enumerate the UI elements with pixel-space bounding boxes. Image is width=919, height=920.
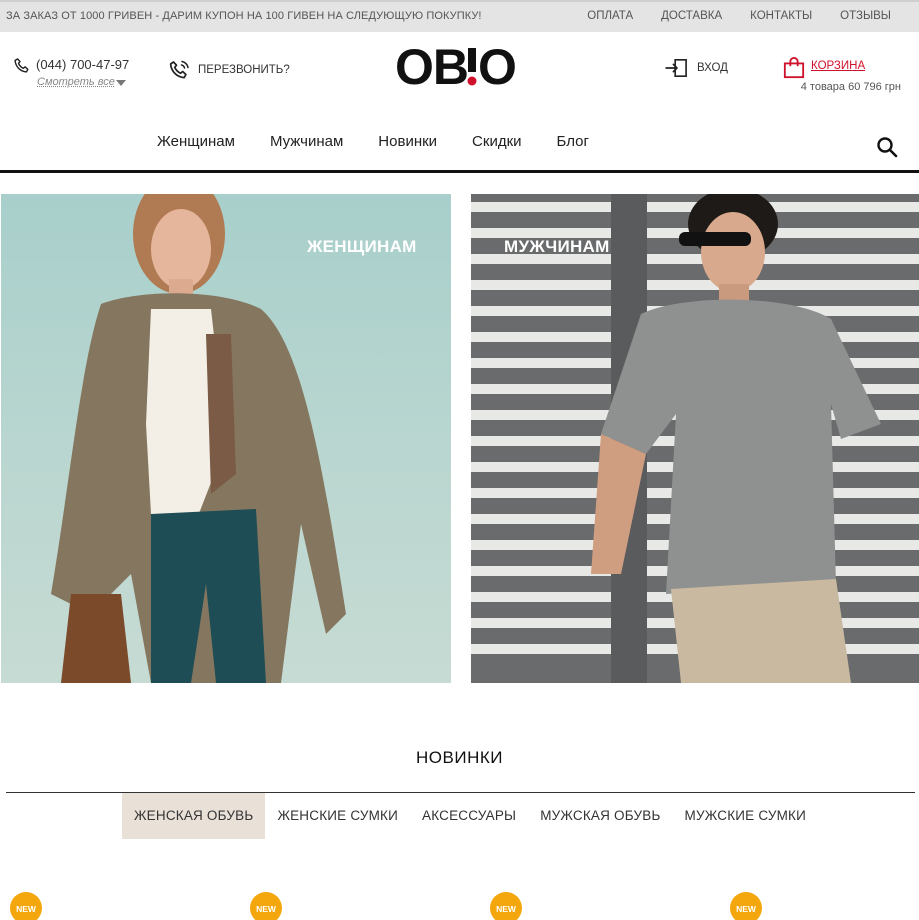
tab-men-shoes[interactable]: МУЖСКАЯ ОБУВЬ (528, 793, 672, 839)
nav-item-men[interactable]: Мужчинам (270, 133, 343, 150)
shopping-bag-icon (783, 57, 805, 79)
banner-men[interactable]: МУЖЧИНАМ (471, 194, 919, 683)
link-contacts[interactable]: КОНТАКТЫ (750, 10, 812, 22)
new-badge: NEW (250, 892, 282, 920)
top-links: ОПЛАТА ДОСТАВКА КОНТАКТЫ ОТЗЫВЫ (587, 10, 891, 22)
tab-accessories[interactable]: АКСЕССУАРЫ (410, 793, 528, 839)
phone-callback-icon (169, 60, 189, 79)
banner-women[interactable]: ЖЕНЩИНАМ (1, 194, 451, 683)
top-promo-bar: ЗА ЗАКАЗ ОТ 1000 ГРИВЕН - ДАРИМ КУПОН НА… (0, 0, 919, 32)
cart[interactable]: КОРЗИНА 4 товара 60 796 грн (773, 56, 901, 96)
nav-item-women[interactable]: Женщинам (157, 133, 235, 150)
nav-item-new[interactable]: Новинки (378, 133, 437, 150)
promo-text: ЗА ЗАКАЗ ОТ 1000 ГРИВЕН - ДАРИМ КУПОН НА… (6, 10, 482, 22)
search-icon[interactable] (876, 136, 898, 158)
login-button[interactable]: ВХОД (665, 58, 728, 78)
link-payment[interactable]: ОПЛАТА (587, 10, 633, 22)
cart-label[interactable]: КОРЗИНА (811, 60, 865, 72)
callback-label: ПЕРЕЗВОНИТЬ? (198, 64, 290, 76)
login-label: ВХОД (697, 62, 728, 74)
tab-men-bags[interactable]: МУЖСКИЕ СУМКИ (673, 793, 819, 839)
new-badge: NEW (490, 892, 522, 920)
new-arrivals-title: НОВИНКИ (416, 748, 503, 767)
banner-women-caption: ЖЕНЩИНАМ (307, 237, 417, 256)
new-badge: NEW (10, 892, 42, 920)
tab-women-bags[interactable]: ЖЕНСКИЕ СУМКИ (265, 793, 410, 839)
link-reviews[interactable]: ОТЗЫВЫ (840, 10, 891, 22)
new-arrivals-tabs: ЖЕНСКАЯ ОБУВЬ ЖЕНСКИЕ СУМКИ АКСЕССУАРЫ М… (122, 793, 818, 839)
phone-number[interactable]: (044) 700-47-97 (36, 57, 129, 72)
nav-item-blog[interactable]: Блог (557, 133, 589, 150)
new-badge: NEW (730, 892, 762, 920)
see-all-phones-link[interactable]: Смотреть все (37, 76, 115, 88)
tab-women-shoes[interactable]: ЖЕНСКАЯ ОБУВЬ (122, 793, 266, 839)
women-model-image (51, 194, 346, 683)
chevron-down-icon[interactable] (116, 80, 126, 86)
nav-item-sale[interactable]: Скидки (472, 133, 521, 150)
cart-summary: 4 товара 60 796 грн (800, 81, 901, 93)
svg-text:OB: OB (395, 42, 468, 90)
site-logo[interactable]: OB O (395, 42, 525, 90)
banner-men-caption: МУЖЧИНАМ (504, 237, 610, 256)
link-delivery[interactable]: ДОСТАВКА (661, 10, 722, 22)
callback-button[interactable]: ПЕРЕЗВОНИТЬ? (168, 58, 290, 82)
nav-divider (0, 170, 919, 173)
login-icon (665, 59, 687, 77)
svg-text:O: O (478, 42, 517, 90)
men-model-image (471, 194, 919, 683)
phone-icon (14, 58, 29, 73)
main-nav: Женщинам Мужчинам Новинки Скидки Блог (157, 133, 624, 150)
